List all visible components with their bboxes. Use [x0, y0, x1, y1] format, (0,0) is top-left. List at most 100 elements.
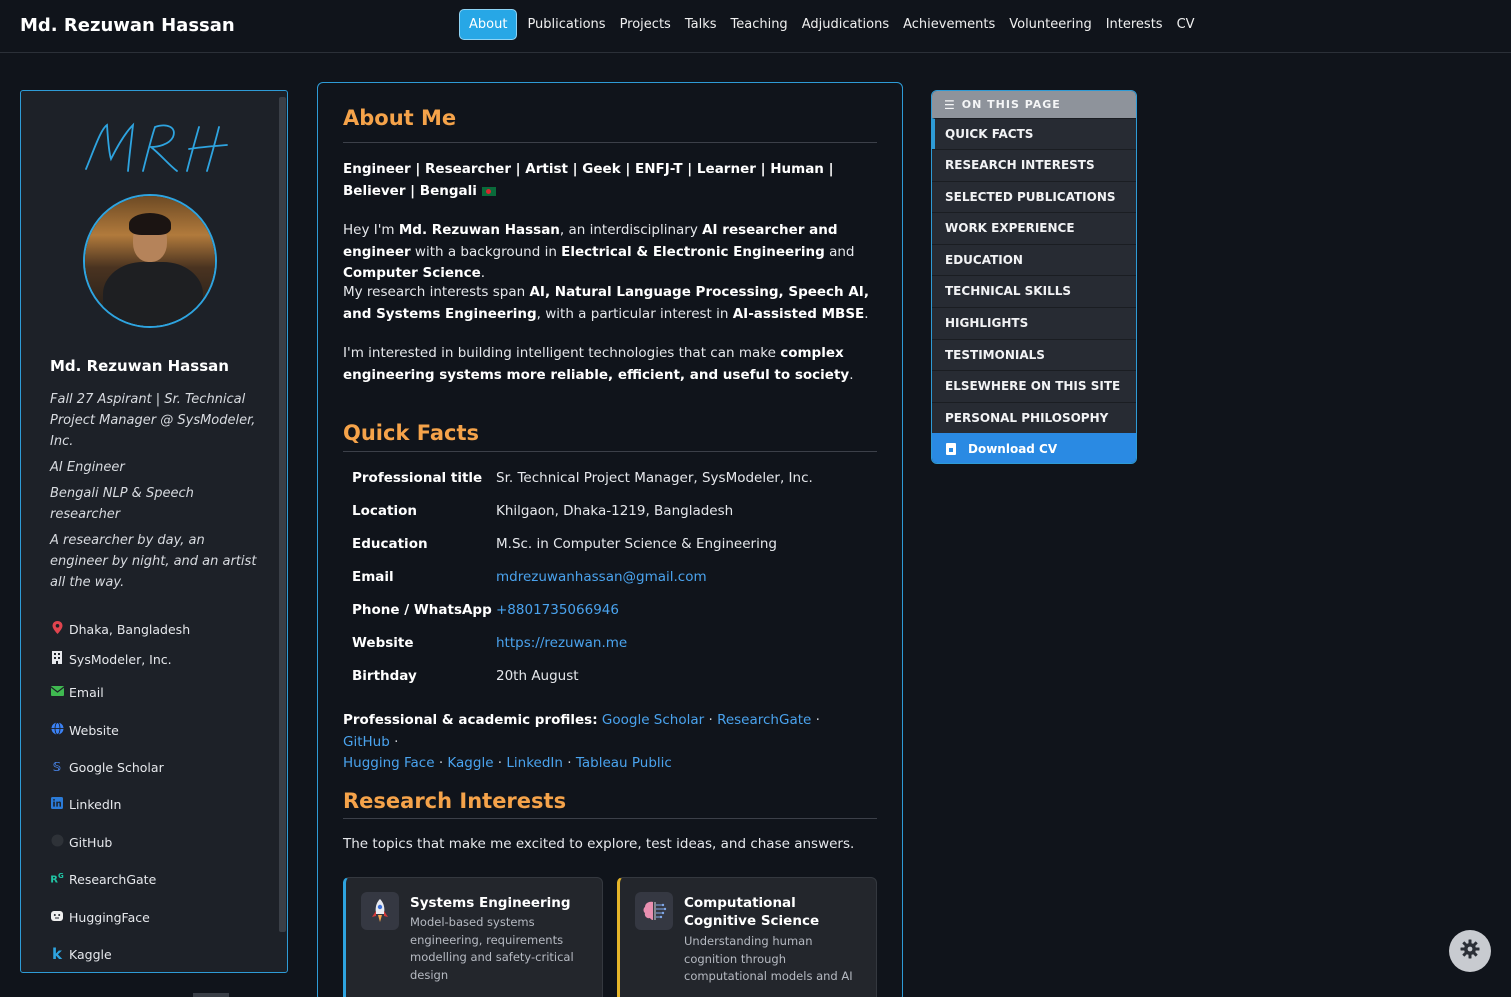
fact-value: Khilgaon, Dhaka-1219, Bangladesh	[496, 503, 734, 519]
fact-label: Location	[352, 503, 417, 519]
nav-talks[interactable]: Talks	[678, 10, 724, 39]
employer-item: SysModeler, Inc.	[50, 649, 172, 669]
nav-teaching[interactable]: Teaching	[724, 10, 795, 39]
github-link[interactable]: GitHub	[50, 832, 112, 852]
profile-links-paragraph: Professional & academic profiles: Google…	[343, 712, 820, 771]
email-link-label: Email	[69, 684, 104, 700]
location-label: Dhaka, Bangladesh	[69, 621, 191, 637]
fact-value: Sr. Technical Project Manager, SysModele…	[496, 470, 813, 486]
settings-button[interactable]	[1449, 930, 1491, 972]
profile-link-github[interactable]: GitHub	[343, 734, 390, 750]
rocket-icon	[361, 892, 399, 930]
list-icon: ☰	[944, 97, 956, 112]
kaggle-link[interactable]: k Kaggle	[50, 944, 112, 964]
main-content-card: About Me Engineer | Researcher | Artist …	[317, 82, 903, 997]
profile-avatar	[83, 194, 217, 328]
google-scholar-icon: 𝕊	[52, 760, 62, 774]
card-title: Computational Cognitive Science	[684, 895, 820, 929]
kaggle-icon: k	[52, 945, 62, 963]
researchgate-label: ResearchGate	[69, 871, 157, 887]
quick-facts-title: Quick Facts	[343, 421, 479, 445]
nav-projects[interactable]: Projects	[613, 10, 678, 39]
google-scholar-link[interactable]: 𝕊 Google Scholar	[50, 757, 164, 777]
brain-icon	[635, 892, 673, 930]
fact-label: Education	[352, 536, 428, 552]
toc-item-highlights[interactable]: HIGHLIGHTS	[932, 307, 1136, 338]
kaggle-label: Kaggle	[69, 946, 112, 962]
section-divider	[343, 142, 877, 143]
huggingface-label: HuggingFace	[69, 909, 150, 925]
card-description: Understanding human cognition through co…	[684, 934, 853, 983]
signature-logo	[85, 122, 228, 172]
fact-label: Birthday	[352, 668, 417, 684]
github-label: GitHub	[69, 834, 113, 850]
huggingface-icon	[50, 910, 64, 925]
profile-link-tableau[interactable]: Tableau Public	[576, 755, 672, 771]
profile-link-hugging-face[interactable]: Hugging Face	[343, 755, 435, 771]
website-link[interactable]: Website	[50, 720, 119, 740]
profile-name: Md. Rezuwan Hassan	[50, 357, 229, 375]
profiles-label: Professional & academic profiles:	[343, 712, 598, 728]
fact-label: Email	[352, 569, 394, 585]
tagline-text: Engineer | Researcher | Artist | Geek | …	[343, 161, 834, 199]
email-address-link[interactable]: mdrezuwanhassan@gmail.com	[496, 569, 707, 585]
top-navbar: Md. Rezuwan Hassan About Publications Pr…	[0, 0, 1511, 53]
toc-item-education[interactable]: EDUCATION	[932, 244, 1136, 275]
researchgate-link[interactable]: RG ResearchGate	[50, 869, 156, 889]
phone-link[interactable]: +8801735066946	[496, 602, 619, 618]
profile-link-google-scholar[interactable]: Google Scholar	[602, 712, 704, 728]
profile-link-kaggle[interactable]: Kaggle	[447, 755, 493, 771]
profile-bio: Fall 27 Aspirant | Sr. Technical Project…	[50, 389, 260, 598]
research-intro: The topics that make me excited to explo…	[343, 836, 855, 852]
nav-publications[interactable]: Publications	[520, 10, 612, 39]
research-card-systems-engineering[interactable]: Systems Engineering Model-based systems …	[343, 877, 603, 997]
sidebar-scrollbar[interactable]	[279, 97, 286, 932]
toc-item-personal-philosophy[interactable]: PERSONAL PHILOSOPHY	[932, 402, 1136, 433]
profile-link-researchgate[interactable]: ResearchGate	[717, 712, 811, 728]
fact-value: M.Sc. in Computer Science & Engineering	[496, 536, 777, 552]
nav-achievements[interactable]: Achievements	[896, 10, 1002, 39]
nav-about[interactable]: About	[459, 9, 518, 40]
github-icon	[50, 834, 64, 850]
toc-item-research-interests[interactable]: RESEARCH INTERESTS	[932, 149, 1136, 180]
bangladesh-flag-icon	[481, 186, 496, 196]
employer-label: SysModeler, Inc.	[69, 651, 172, 667]
toc-item-technical-skills[interactable]: TECHNICAL SKILLS	[932, 275, 1136, 306]
envelope-icon	[50, 685, 64, 699]
profile-sidebar: Md. Rezuwan Hassan Fall 27 Aspirant | Sr…	[20, 90, 288, 973]
file-download-icon	[946, 443, 956, 455]
bio-line: A researcher by day, an engineer by nigh…	[50, 533, 257, 590]
toc-item-quick-facts[interactable]: QUICK FACTS	[932, 118, 1136, 149]
nav-interests[interactable]: Interests	[1099, 10, 1170, 39]
linkedin-link[interactable]: LinkedIn	[50, 794, 121, 814]
toc-item-work-experience[interactable]: WORK EXPERIENCE	[932, 212, 1136, 243]
fact-label: Phone / WhatsApp	[352, 602, 492, 618]
download-cv-button[interactable]: Download CV	[932, 433, 1136, 463]
building-icon	[50, 651, 64, 667]
researchgate-icon: RG	[50, 872, 64, 886]
on-this-page-toc: ☰ ON THIS PAGE QUICK FACTS RESEARCH INTE…	[931, 90, 1137, 464]
intro-paragraph-3: I'm interested in building intelligent t…	[343, 345, 854, 383]
bio-line: Fall 27 Aspirant | Sr. Technical Project…	[50, 392, 256, 449]
nav-cv[interactable]: CV	[1170, 10, 1202, 39]
card-description: Model-based systems engineering, require…	[410, 915, 574, 982]
site-brand[interactable]: Md. Rezuwan Hassan	[20, 15, 235, 36]
research-interests-title: Research Interests	[343, 789, 567, 813]
card-title: Systems Engineering	[410, 895, 571, 911]
website-url-link[interactable]: https://rezuwan.me	[496, 635, 627, 651]
linkedin-icon	[50, 796, 64, 812]
toc-item-elsewhere[interactable]: ELSEWHERE ON THIS SITE	[932, 370, 1136, 401]
nav-volunteering[interactable]: Volunteering	[1002, 10, 1098, 39]
toc-item-testimonials[interactable]: TESTIMONIALS	[932, 339, 1136, 370]
fact-label: Professional title	[352, 470, 483, 486]
email-link[interactable]: Email	[50, 682, 104, 702]
location-item: Dhaka, Bangladesh	[50, 619, 190, 639]
huggingface-link[interactable]: HuggingFace	[50, 907, 150, 927]
research-card-cognitive-science[interactable]: Computational Cognitive Science Understa…	[617, 877, 877, 997]
toc-item-selected-publications[interactable]: SELECTED PUBLICATIONS	[932, 181, 1136, 212]
linkedin-label: LinkedIn	[69, 796, 122, 812]
main-nav: About Publications Projects Talks Teachi…	[459, 9, 1202, 40]
bio-line: Bengali NLP & Speech researcher	[50, 486, 194, 522]
profile-link-linkedin[interactable]: LinkedIn	[506, 755, 563, 771]
nav-adjudications[interactable]: Adjudications	[795, 10, 896, 39]
